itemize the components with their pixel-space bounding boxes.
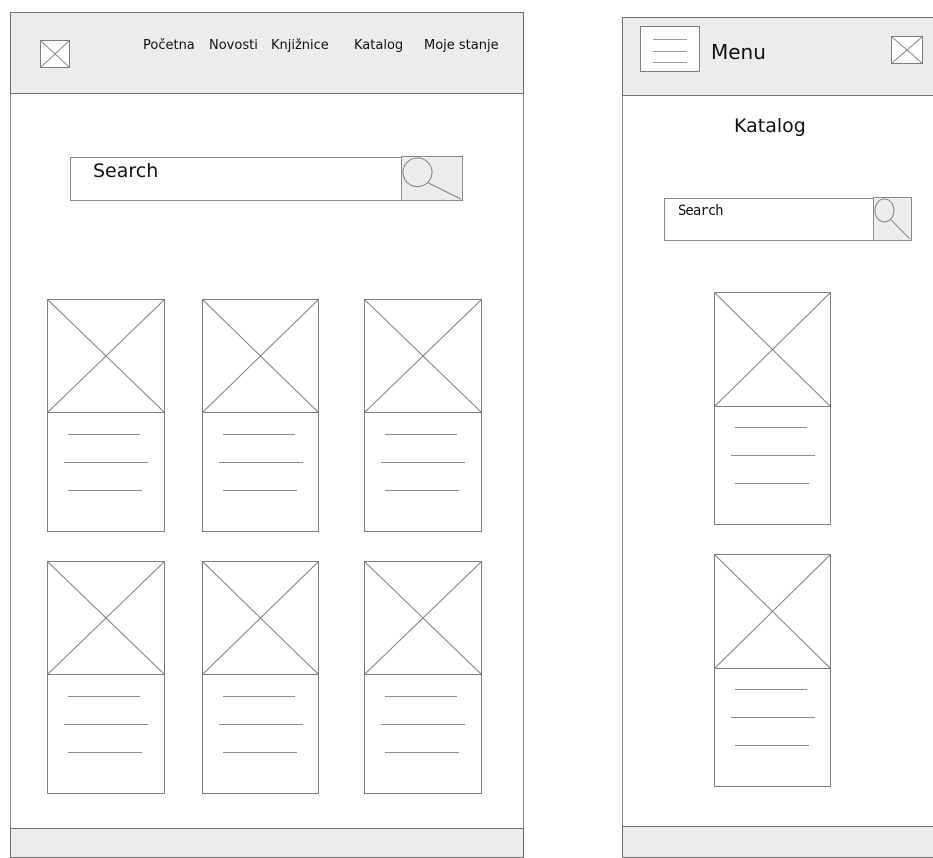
product-card[interactable]	[714, 292, 831, 525]
product-card[interactable]	[714, 554, 831, 787]
logo-placeholder-icon[interactable]	[40, 40, 70, 68]
nav-item-moje-stanje[interactable]: Moje stanje	[424, 38, 499, 53]
logo-placeholder-icon[interactable]	[891, 36, 923, 64]
text-line-placeholder	[381, 462, 465, 463]
mobile-search-input[interactable]: Search	[664, 198, 876, 241]
nav-item-katalog[interactable]: Katalog	[354, 38, 403, 53]
text-line-placeholder	[64, 724, 148, 725]
text-line-placeholder	[68, 490, 142, 491]
image-placeholder-icon	[715, 555, 830, 669]
nav-item-knjiznice[interactable]: Knjižnice	[271, 38, 329, 53]
product-card[interactable]	[364, 299, 482, 532]
text-line-placeholder	[68, 696, 140, 697]
mobile-search-label: Search	[678, 203, 724, 219]
hamburger-menu-icon[interactable]	[640, 26, 700, 72]
image-placeholder-icon	[203, 300, 318, 413]
image-placeholder-icon	[48, 300, 164, 413]
image-placeholder-icon	[365, 300, 481, 413]
product-card[interactable]	[202, 561, 319, 794]
nav-item-pocetna[interactable]: Početna	[143, 38, 195, 53]
text-line-placeholder	[385, 490, 459, 491]
desktop-header	[10, 12, 524, 94]
text-line-placeholder	[223, 434, 295, 435]
text-line-placeholder	[735, 427, 807, 428]
product-card[interactable]	[202, 299, 319, 532]
text-line-placeholder	[731, 455, 815, 456]
text-line-placeholder	[735, 689, 807, 690]
text-line-placeholder	[735, 745, 809, 746]
desktop-search-input[interactable]: Search	[70, 157, 404, 201]
desktop-search-button[interactable]	[401, 156, 463, 201]
menu-label[interactable]: Menu	[711, 40, 766, 64]
product-card[interactable]	[364, 561, 482, 794]
page-title: Katalog	[734, 115, 806, 137]
text-line-placeholder	[68, 752, 142, 753]
search-icon	[402, 157, 462, 200]
image-placeholder-icon	[365, 562, 481, 675]
text-line-placeholder	[223, 752, 297, 753]
image-placeholder-icon	[48, 562, 164, 675]
image-placeholder-icon	[203, 562, 318, 675]
text-line-placeholder	[731, 717, 815, 718]
text-line-placeholder	[385, 696, 457, 697]
image-placeholder-icon	[715, 293, 830, 407]
text-line-placeholder	[223, 490, 297, 491]
text-line-placeholder	[735, 483, 809, 484]
text-line-placeholder	[381, 724, 465, 725]
text-line-placeholder	[385, 752, 459, 753]
text-line-placeholder	[64, 462, 148, 463]
text-line-placeholder	[219, 724, 303, 725]
search-icon	[874, 198, 911, 240]
text-line-placeholder	[223, 696, 295, 697]
text-line-placeholder	[385, 434, 457, 435]
product-card[interactable]	[47, 561, 165, 794]
text-line-placeholder	[68, 434, 140, 435]
text-line-placeholder	[219, 462, 303, 463]
nav-item-novosti[interactable]: Novosti	[209, 38, 258, 53]
product-card[interactable]	[47, 299, 165, 532]
desktop-search-label: Search	[93, 160, 159, 182]
mobile-search-button[interactable]	[873, 197, 912, 241]
mobile-footer	[622, 826, 933, 858]
